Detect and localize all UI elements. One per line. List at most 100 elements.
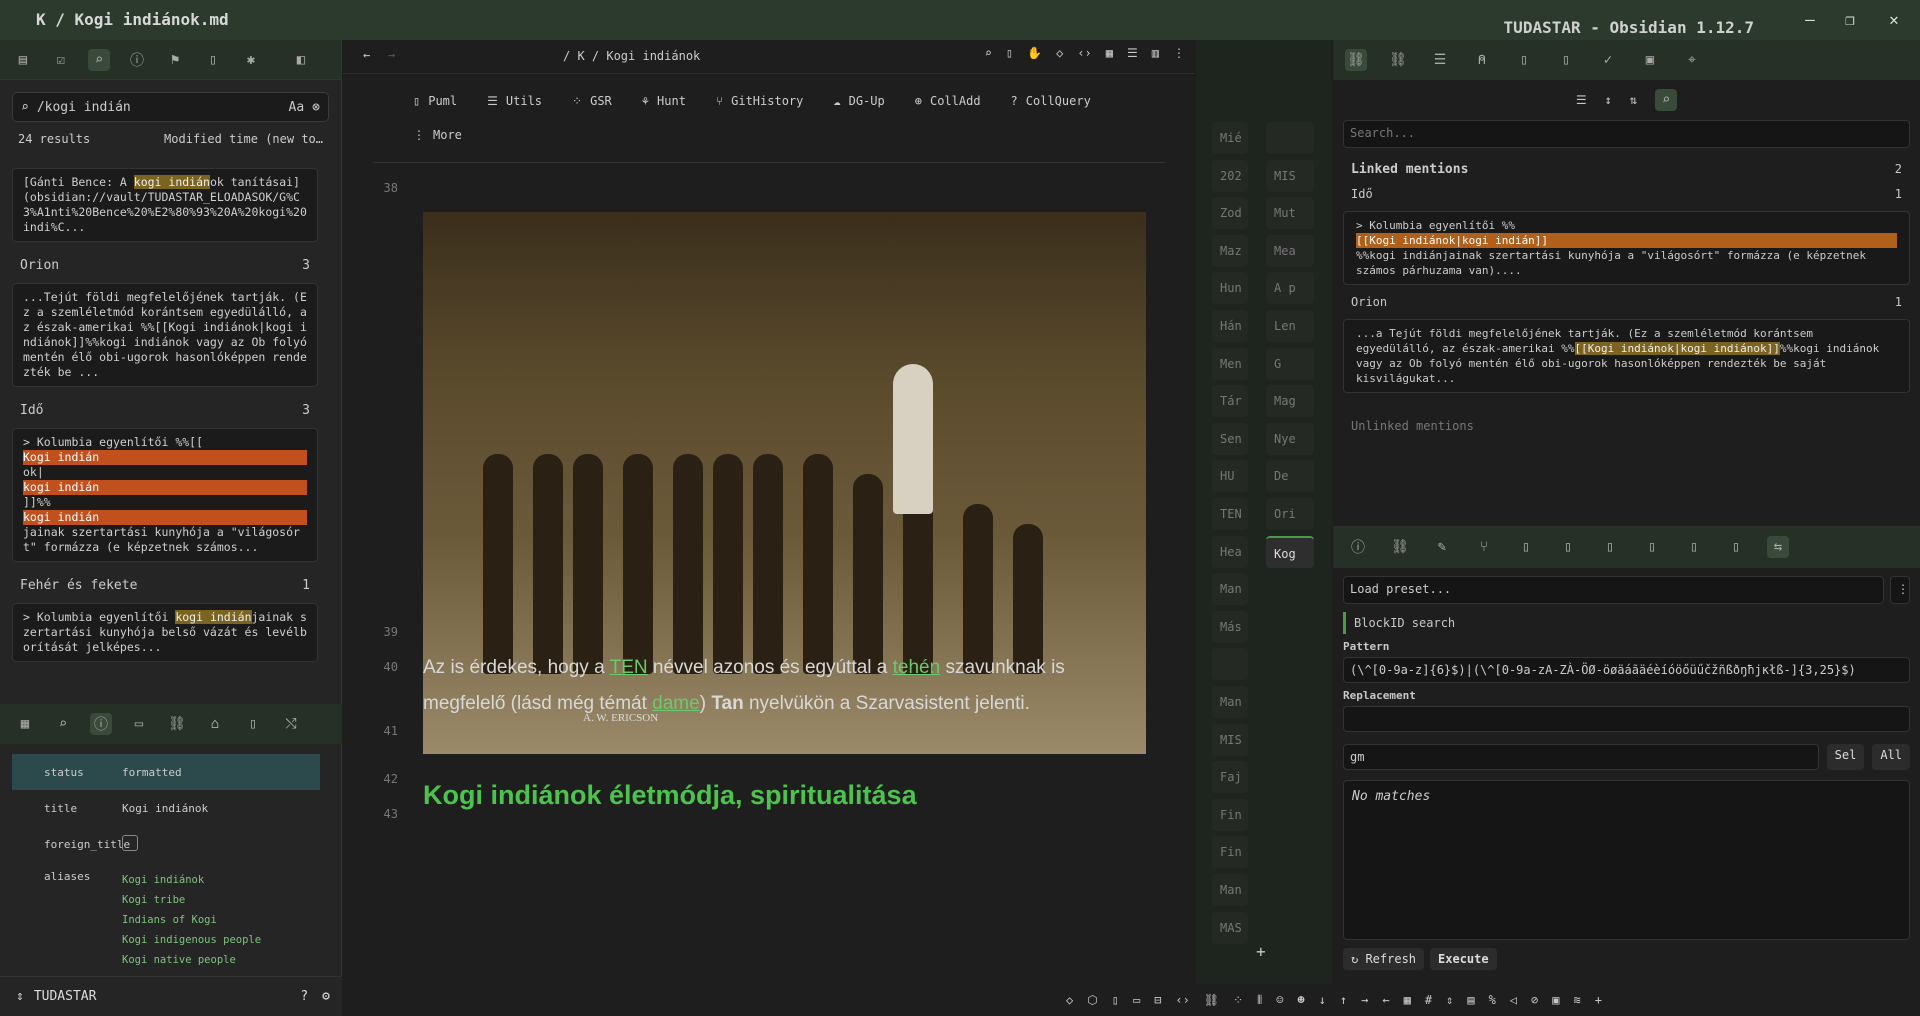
link-icon[interactable]: ⛓ xyxy=(166,713,188,735)
tab-chip[interactable]: Maz xyxy=(1212,234,1248,267)
tab-chip[interactable]: Mea xyxy=(1266,234,1314,267)
tab-chip[interactable]: Faj xyxy=(1212,761,1248,794)
tab-chip[interactable]: Hea xyxy=(1212,535,1248,568)
githistory-button[interactable]: ⑂ GitHistory xyxy=(716,94,803,108)
restore-icon[interactable]: ❐ xyxy=(1830,8,1870,32)
tab-chip[interactable]: Fin xyxy=(1212,798,1248,831)
tab-chip[interactable]: HU xyxy=(1212,460,1248,493)
file-icon[interactable]: ▯ xyxy=(1641,536,1663,558)
colladd-button[interactable]: ⊕ CollAdd xyxy=(915,94,981,108)
list-icon[interactable]: ☰ xyxy=(1576,93,1587,107)
link-ten[interactable]: TEN xyxy=(610,657,648,678)
all-button[interactable]: All xyxy=(1872,744,1910,770)
pattern-input[interactable]: (\^[0-9a-z]{6}$)|(\^[0-9a-zA-ZÀ-ÖØ-öøäáã… xyxy=(1343,657,1910,683)
backlink-snippet[interactable]: > Kolumbia egyenlítői %% [[Kogi indiánok|… xyxy=(1343,211,1910,285)
file-icon[interactable]: ▯ xyxy=(1555,49,1577,71)
tab-chip[interactable]: G xyxy=(1266,347,1314,380)
linked-mentions-header[interactable]: Linked mentions 2 xyxy=(1333,148,1920,183)
breadcrumb[interactable]: / K / Kogi indiánok xyxy=(563,49,700,63)
forward-icon[interactable]: → xyxy=(388,48,395,62)
status-icon[interactable]: → xyxy=(1361,993,1368,1007)
tab-chip[interactable]: Kog xyxy=(1266,535,1314,568)
puml-button[interactable]: ▯ Puml xyxy=(413,94,457,108)
tab-chip[interactable]: Ori xyxy=(1266,498,1314,530)
search-icon[interactable]: ⌕ xyxy=(985,46,992,60)
tab-chip[interactable]: Nye xyxy=(1266,422,1314,455)
tab-chip[interactable]: Man xyxy=(1212,874,1248,906)
match-case-button[interactable]: Aa xyxy=(289,100,305,115)
help-icon[interactable]: ? xyxy=(300,989,308,1004)
file-icon[interactable]: ▯ xyxy=(202,49,224,71)
result-snippet[interactable]: > Kolumbia egyenlítői kogi indiánjainak … xyxy=(12,603,318,662)
back-icon[interactable]: ← xyxy=(363,48,370,62)
status-icon[interactable]: ⬡ xyxy=(1087,993,1097,1007)
tab-chip[interactable]: TEN xyxy=(1212,498,1248,530)
menu-icon[interactable]: ⋮ xyxy=(1890,576,1910,604)
status-icon[interactable]: ⇕ xyxy=(1446,993,1453,1007)
add-icon[interactable]: + xyxy=(1256,942,1266,961)
more-icon[interactable]: ⋮ xyxy=(1173,46,1185,60)
info-icon[interactable]: ⓘ xyxy=(126,49,148,71)
folder-icon[interactable]: ▤ xyxy=(12,49,34,71)
result-group-header[interactable]: Idő 3 xyxy=(0,397,330,424)
search-icon[interactable]: ⌕ xyxy=(88,48,110,71)
replacement-input[interactable] xyxy=(1343,706,1910,732)
binoculars-icon[interactable]: ⌖ xyxy=(1681,49,1703,71)
outgoing-link-icon[interactable]: ⛓ xyxy=(1387,49,1409,71)
file-icon[interactable]: ▯ xyxy=(1515,536,1537,558)
status-icon[interactable]: ☺ xyxy=(1276,993,1283,1007)
link-tehen[interactable]: tehén xyxy=(893,657,941,678)
check-icon[interactable]: ✓ xyxy=(1597,49,1619,71)
regex-icon[interactable]: ⇆ xyxy=(1767,536,1789,558)
tab-chip[interactable]: MIS xyxy=(1266,159,1314,192)
checklist-icon[interactable]: ☑ xyxy=(50,49,72,71)
tab-chip[interactable]: Man xyxy=(1212,573,1248,606)
tab-chip[interactable]: 202 xyxy=(1212,159,1248,192)
diamond-icon[interactable]: ◇ xyxy=(1056,46,1063,60)
file-icon[interactable]: ▯ xyxy=(1725,536,1747,558)
tab-chip[interactable]: Mag xyxy=(1266,385,1314,418)
status-icon[interactable]: ⁘ xyxy=(1233,993,1243,1007)
status-icon[interactable]: ⊟ xyxy=(1154,993,1161,1007)
preset-select[interactable]: Load preset... xyxy=(1343,576,1884,604)
status-icon[interactable]: ▤ xyxy=(1467,993,1474,1007)
file-icon[interactable]: ▯ xyxy=(1557,536,1579,558)
status-icon[interactable]: ≋ xyxy=(1574,993,1581,1007)
alias-tag[interactable]: Indians of Kogi xyxy=(122,910,320,930)
code-icon[interactable]: ‹› xyxy=(1077,46,1091,60)
status-icon[interactable]: ▦ xyxy=(1404,993,1411,1007)
unlinked-mentions-header[interactable]: Unlinked mentions xyxy=(1333,399,1920,453)
tab-chip[interactable]: De xyxy=(1266,460,1314,493)
sel-button[interactable]: Sel xyxy=(1826,744,1865,770)
status-icon[interactable]: ▭ xyxy=(1133,993,1140,1007)
shuffle-icon[interactable]: ⤭ xyxy=(280,713,302,735)
checkbox[interactable] xyxy=(122,834,320,854)
calendar-icon[interactable]: ▦ xyxy=(14,713,36,735)
tab-chip[interactable]: Len xyxy=(1266,310,1314,342)
settings-icon[interactable]: ⚙ xyxy=(322,989,330,1004)
tab-chip[interactable]: Zod xyxy=(1212,197,1248,230)
execute-button[interactable]: Execute xyxy=(1430,948,1497,970)
close-icon[interactable]: ✕ xyxy=(1874,8,1914,32)
result-snippet[interactable]: > Kolumbia egyenlítői %%[[Kogi indián ok|… xyxy=(12,428,318,562)
status-icon[interactable]: ▣ xyxy=(1552,993,1559,1007)
tab-chip[interactable]: Tár xyxy=(1212,385,1248,418)
search-icon[interactable]: ⌕ xyxy=(52,713,74,735)
utils-button[interactable]: ☰ Utils xyxy=(487,94,542,108)
result-snippet[interactable]: ...Tejút földi megfelelőjének tartják. (… xyxy=(12,283,318,387)
alias-tag[interactable]: Kogi indiánok xyxy=(122,870,320,890)
book-icon[interactable]: ▥ xyxy=(1152,46,1159,60)
link-icon[interactable]: ⛓ xyxy=(1389,536,1411,558)
status-icon[interactable]: ⛓ xyxy=(1204,993,1219,1007)
status-icon[interactable]: ☻ xyxy=(1297,993,1304,1007)
tab-chip[interactable]: A p xyxy=(1266,272,1314,305)
list-icon[interactable]: ☰ xyxy=(1127,46,1138,60)
file-icon[interactable]: ▯ xyxy=(1006,46,1013,60)
tab-chip[interactable]: Mié xyxy=(1212,122,1248,154)
tab-chip[interactable]: Sen xyxy=(1212,422,1248,455)
tab-chip[interactable]: Men xyxy=(1212,347,1248,380)
link-dame[interactable]: dame xyxy=(652,693,700,714)
tab-chip[interactable]: MAS xyxy=(1212,911,1248,944)
status-icon[interactable]: + xyxy=(1595,993,1602,1007)
status-icon[interactable]: % xyxy=(1489,993,1496,1007)
